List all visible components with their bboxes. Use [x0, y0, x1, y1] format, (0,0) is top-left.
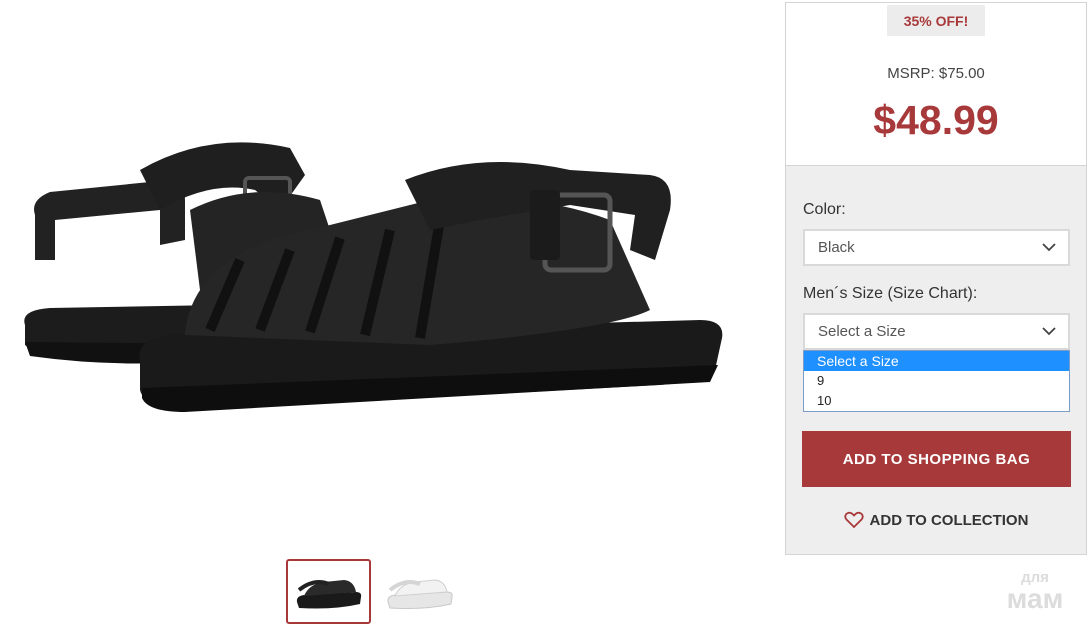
- product-main-image[interactable]: [10, 120, 740, 420]
- color-select-value: Black: [818, 239, 855, 256]
- heart-icon: [843, 511, 864, 529]
- size-option[interactable]: 9: [804, 371, 1069, 391]
- thumbnail-black-sandal[interactable]: [286, 559, 371, 624]
- color-label: Color:: [803, 201, 846, 218]
- msrp-price: MSRP: $75.00: [887, 65, 985, 82]
- discount-badge: 35% OFF!: [887, 5, 985, 36]
- clear-sandal-icon: [386, 578, 453, 609]
- add-to-collection-label: ADD TO COLLECTION: [869, 511, 1029, 529]
- size-select[interactable]: Select a Size: [803, 313, 1070, 350]
- sandal-image: [24, 142, 723, 412]
- thumbnail-strip: [286, 559, 462, 624]
- add-to-bag-button[interactable]: ADD TO SHOPPING BAG: [802, 431, 1071, 487]
- chevron-down-icon: [1042, 327, 1056, 336]
- watermark-line2: мам: [1006, 583, 1064, 614]
- purchase-panel: 35% OFF! MSRP: $75.00 $48.99 Color: Blac…: [785, 2, 1087, 555]
- add-to-collection-button[interactable]: ADD TO COLLECTION: [786, 511, 1086, 529]
- size-label: Men´s Size (Size Chart):: [803, 285, 978, 302]
- price-box: 35% OFF! MSRP: $75.00 $48.99: [786, 3, 1086, 166]
- size-dropdown-list: Select a Size 9 10: [803, 350, 1070, 412]
- thumbnail-clear-sandal[interactable]: [377, 559, 462, 624]
- color-select[interactable]: Black: [803, 229, 1070, 266]
- size-option[interactable]: 10: [804, 391, 1069, 411]
- black-sandal-icon: [296, 579, 361, 608]
- chevron-down-icon: [1042, 243, 1056, 252]
- watermark-logo: для мам: [994, 570, 1076, 613]
- sale-price: $48.99: [873, 97, 999, 143]
- size-select-value: Select a Size: [818, 323, 906, 340]
- size-option[interactable]: Select a Size: [804, 351, 1069, 371]
